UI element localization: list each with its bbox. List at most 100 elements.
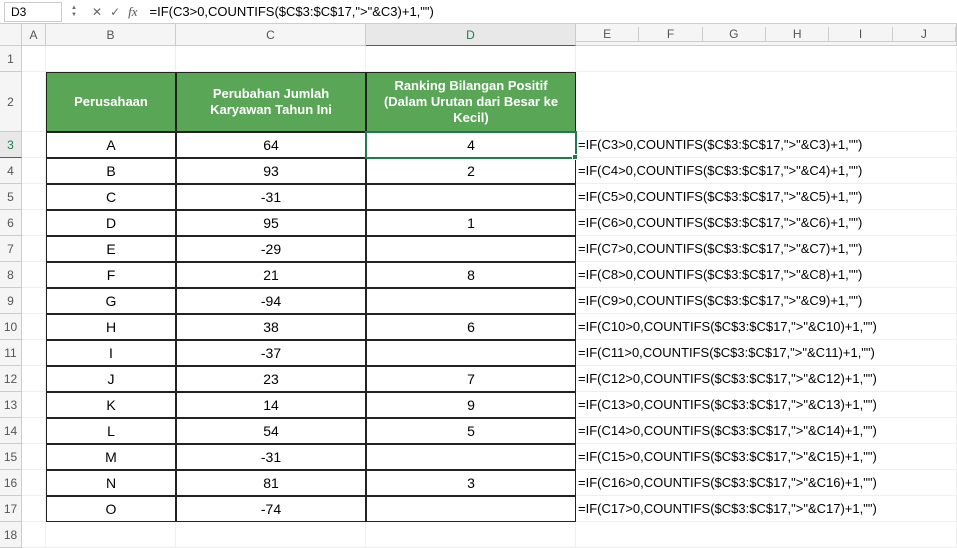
cell-rank-A[interactable]: 4 (366, 132, 576, 158)
cell-A15[interactable] (22, 444, 46, 470)
cell-formula-text-6[interactable]: =IF(C6>0,COUNTIFS($C$3:$C$17,">"&C6)+1,"… (576, 210, 957, 236)
cell-formula-text-7[interactable]: =IF(C7>0,COUNTIFS($C$3:$C$17,">"&C7)+1,"… (576, 236, 957, 262)
cell-rank-F[interactable]: 8 (366, 262, 576, 288)
cell-rank-L[interactable]: 5 (366, 418, 576, 444)
row-head-17[interactable]: 17 (0, 496, 22, 522)
cell-company-D[interactable]: D (46, 210, 176, 236)
select-all-corner[interactable] (0, 24, 22, 46)
row-head-2[interactable]: 2 (0, 72, 22, 132)
cell-rank-C[interactable] (366, 184, 576, 210)
row-head-3[interactable]: 3 (0, 132, 22, 158)
row-head-10[interactable]: 10 (0, 314, 22, 340)
cell-A12[interactable] (22, 366, 46, 392)
cell-formula-text-9[interactable]: =IF(C9>0,COUNTIFS($C$3:$C$17,">"&C9)+1,"… (576, 288, 957, 314)
row-head-11[interactable]: 11 (0, 340, 22, 366)
cell-A7[interactable] (22, 236, 46, 262)
row-head-9[interactable]: 9 (0, 288, 22, 314)
cell-company-N[interactable]: N (46, 470, 176, 496)
cell-change-B[interactable]: 93 (176, 158, 366, 184)
fx-icon[interactable]: fx (128, 4, 137, 20)
row-head-16[interactable]: 16 (0, 470, 22, 496)
cell-change-C[interactable]: -31 (176, 184, 366, 210)
cell-rank-B[interactable]: 2 (366, 158, 576, 184)
cell-D1[interactable] (366, 46, 576, 72)
cell-change-G[interactable]: -94 (176, 288, 366, 314)
row-head-1[interactable]: 1 (0, 46, 22, 72)
col-head-F[interactable]: F (639, 27, 702, 42)
cell-company-K[interactable]: K (46, 392, 176, 418)
col-head-C[interactable]: C (176, 24, 366, 46)
cell-formula-text-8[interactable]: =IF(C8>0,COUNTIFS($C$3:$C$17,">"&C8)+1,"… (576, 262, 957, 288)
cell-A10[interactable] (22, 314, 46, 340)
cell-change-N[interactable]: 81 (176, 470, 366, 496)
cell-E2[interactable] (576, 72, 957, 132)
cell-formula-text-3[interactable]: =IF(C3>0,COUNTIFS($C$3:$C$17,">"&C3)+1,"… (576, 132, 957, 158)
cancel-icon[interactable]: ✕ (92, 5, 102, 19)
row-head-15[interactable]: 15 (0, 444, 22, 470)
cell-B18[interactable] (46, 522, 176, 548)
cell-company-M[interactable]: M (46, 444, 176, 470)
stepper-down-icon[interactable]: ▼ (68, 12, 80, 19)
cell-company-A[interactable]: A (46, 132, 176, 158)
cell-rank-M[interactable] (366, 444, 576, 470)
cell-A4[interactable] (22, 158, 46, 184)
cell-rank-H[interactable]: 6 (366, 314, 576, 340)
name-box-stepper[interactable]: ▲ ▼ (68, 2, 80, 22)
col-head-D[interactable]: D (366, 24, 576, 46)
cell-formula-text-13[interactable]: =IF(C13>0,COUNTIFS($C$3:$C$17,">"&C13)+1… (576, 392, 957, 418)
row-head-14[interactable]: 14 (0, 418, 22, 444)
row-head-7[interactable]: 7 (0, 236, 22, 262)
cell-formula-text-16[interactable]: =IF(C16>0,COUNTIFS($C$3:$C$17,">"&C16)+1… (576, 470, 957, 496)
cell-A1[interactable] (22, 46, 46, 72)
cell-A3[interactable] (22, 132, 46, 158)
fill-handle[interactable] (572, 154, 578, 160)
col-head-E[interactable]: E (576, 27, 639, 42)
cell-formula-text-10[interactable]: =IF(C10>0,COUNTIFS($C$3:$C$17,">"&C10)+1… (576, 314, 957, 340)
cell-A17[interactable] (22, 496, 46, 522)
cell-A18[interactable] (22, 522, 46, 548)
cell-formula-text-4[interactable]: =IF(C4>0,COUNTIFS($C$3:$C$17,">"&C4)+1,"… (576, 158, 957, 184)
cell-change-I[interactable]: -37 (176, 340, 366, 366)
cell-D18[interactable] (366, 522, 576, 548)
accept-icon[interactable]: ✓ (110, 5, 120, 19)
cell-change-D[interactable]: 95 (176, 210, 366, 236)
formula-input[interactable] (144, 2, 953, 22)
cell-company-E[interactable]: E (46, 236, 176, 262)
cell-A5[interactable] (22, 184, 46, 210)
col-head-A[interactable]: A (22, 24, 46, 46)
cell-rank-N[interactable]: 3 (366, 470, 576, 496)
cell-rank-J[interactable]: 7 (366, 366, 576, 392)
cell-C1[interactable] (176, 46, 366, 72)
row-head-6[interactable]: 6 (0, 210, 22, 236)
cell-A9[interactable] (22, 288, 46, 314)
cell-formula-text-17[interactable]: =IF(C17>0,COUNTIFS($C$3:$C$17,">"&C17)+1… (576, 496, 957, 522)
cell-E18[interactable] (576, 522, 957, 548)
cell-change-F[interactable]: 21 (176, 262, 366, 288)
cell-change-E[interactable]: -29 (176, 236, 366, 262)
cell-A16[interactable] (22, 470, 46, 496)
cell-company-G[interactable]: G (46, 288, 176, 314)
row-head-13[interactable]: 13 (0, 392, 22, 418)
cell-company-H[interactable]: H (46, 314, 176, 340)
col-head-G[interactable]: G (703, 27, 766, 42)
cell-A8[interactable] (22, 262, 46, 288)
cell-company-I[interactable]: I (46, 340, 176, 366)
col-head-J[interactable]: J (893, 27, 956, 42)
cell-company-L[interactable]: L (46, 418, 176, 444)
cell-rank-D[interactable]: 1 (366, 210, 576, 236)
row-head-18[interactable]: 18 (0, 522, 22, 548)
cell-change-H[interactable]: 38 (176, 314, 366, 340)
cell-change-J[interactable]: 23 (176, 366, 366, 392)
cell-C18[interactable] (176, 522, 366, 548)
col-head-B[interactable]: B (46, 24, 176, 46)
cell-change-M[interactable]: -31 (176, 444, 366, 470)
cell-B1[interactable] (46, 46, 176, 72)
cell-E1[interactable] (576, 46, 957, 72)
cell-change-A[interactable]: 64 (176, 132, 366, 158)
cell-company-O[interactable]: O (46, 496, 176, 522)
cell-company-C[interactable]: C (46, 184, 176, 210)
cell-company-J[interactable]: J (46, 366, 176, 392)
cell-formula-text-5[interactable]: =IF(C5>0,COUNTIFS($C$3:$C$17,">"&C5)+1,"… (576, 184, 957, 210)
cell-rank-E[interactable] (366, 236, 576, 262)
cell-formula-text-14[interactable]: =IF(C14>0,COUNTIFS($C$3:$C$17,">"&C14)+1… (576, 418, 957, 444)
